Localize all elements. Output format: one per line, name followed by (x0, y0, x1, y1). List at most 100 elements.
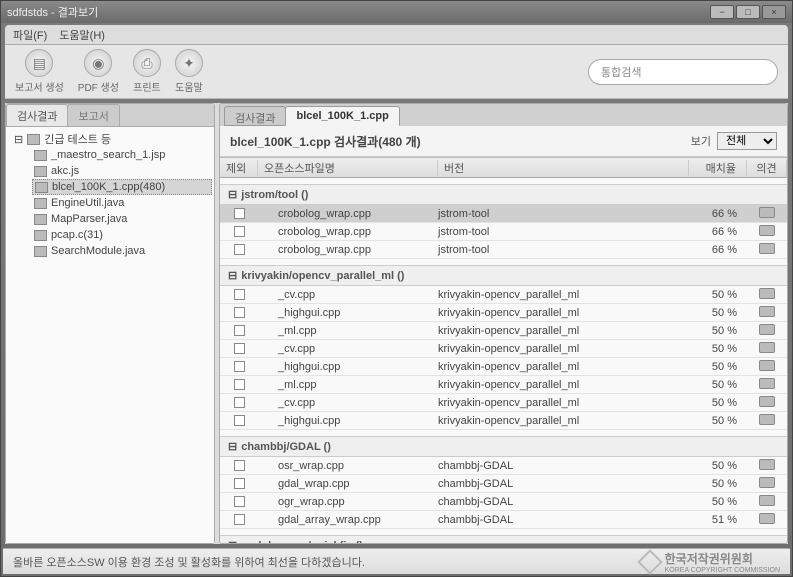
exclude-cell (220, 361, 258, 372)
match-cell: 66 % (689, 208, 747, 220)
comment-icon[interactable] (759, 324, 775, 335)
exclude-checkbox[interactable] (234, 325, 245, 336)
comment-icon[interactable] (759, 342, 775, 353)
table-row[interactable]: crobolog_wrap.cppjstrom-tool66 % (220, 223, 787, 241)
table-row[interactable]: _highgui.cppkrivyakin-opencv_parallel_ml… (220, 304, 787, 322)
tree-item[interactable]: _maestro_search_1.jsp (32, 147, 212, 163)
table-row[interactable]: _highgui.cppkrivyakin-opencv_parallel_ml… (220, 358, 787, 376)
tree-item[interactable]: EngineUtil.java (32, 195, 212, 211)
exclude-cell (220, 514, 258, 525)
comment-icon[interactable] (759, 378, 775, 389)
tree-item[interactable]: pcap.c(31) (32, 227, 212, 243)
exclude-checkbox[interactable] (234, 343, 245, 354)
table-row[interactable]: _cv.cppkrivyakin-opencv_parallel_ml50 % (220, 394, 787, 412)
close-button[interactable]: × (762, 5, 786, 19)
exclude-checkbox[interactable] (234, 415, 245, 426)
tree-item[interactable]: SearchModule.java (32, 243, 212, 259)
table-row[interactable]: osr_wrap.cppchambbj-GDAL50 % (220, 457, 787, 475)
exclude-checkbox[interactable] (234, 244, 245, 255)
exclude-checkbox[interactable] (234, 478, 245, 489)
table-row[interactable]: _cv.cppkrivyakin-opencv_parallel_ml50 % (220, 286, 787, 304)
tree-item[interactable]: akc.js (32, 163, 212, 179)
tree-root-node[interactable]: ⊟ 긴급 테스트 등 (12, 131, 212, 147)
left-tab-report[interactable]: 보고서 (67, 104, 119, 126)
col-filename[interactable]: 오픈소스파일명 (258, 160, 438, 176)
col-match[interactable]: 매치율 (689, 160, 747, 176)
version-cell: jstrom-tool (438, 208, 689, 220)
exclude-checkbox[interactable] (234, 307, 245, 318)
toolbar-report-button[interactable]: ▤ 보고서 생성 (15, 49, 64, 94)
filename-cell: _highgui.cpp (258, 307, 438, 319)
exclude-checkbox[interactable] (234, 460, 245, 471)
col-opinion[interactable]: 의견 (747, 160, 787, 176)
version-cell: jstrom-tool (438, 244, 689, 256)
table-row[interactable]: gdal_array_wrap.cppchambbj-GDAL51 % (220, 511, 787, 529)
col-exclude[interactable]: 제외 (220, 160, 258, 176)
maximize-button[interactable]: □ (736, 5, 760, 19)
right-tab-file[interactable]: blcel_100K_1.cpp (285, 106, 399, 126)
tree-item-label: _maestro_search_1.jsp (51, 149, 165, 161)
filename-cell: _highgui.cpp (258, 361, 438, 373)
group-header[interactable]: ⊟rockdreamer/quickfix () (220, 535, 787, 543)
table-row[interactable]: crobolog_wrap.cppjstrom-tool66 % (220, 205, 787, 223)
left-tab-results[interactable]: 검사결과 (6, 104, 68, 126)
filename-cell: _cv.cpp (258, 343, 438, 355)
comment-icon[interactable] (759, 306, 775, 317)
minimize-button[interactable]: − (710, 5, 734, 19)
comment-icon[interactable] (759, 495, 775, 506)
group-header[interactable]: ⊟chambbj/GDAL () (220, 436, 787, 457)
match-cell: 50 % (689, 397, 747, 409)
exclude-checkbox[interactable] (234, 496, 245, 507)
exclude-checkbox[interactable] (234, 289, 245, 300)
exclude-cell (220, 226, 258, 237)
toolbar-print-button[interactable]: ⎙ 프린트 (133, 49, 161, 94)
col-version[interactable]: 버전 (438, 160, 689, 176)
comment-icon[interactable] (759, 225, 775, 236)
table-row[interactable]: _highgui.cppkrivyakin-opencv_parallel_ml… (220, 412, 787, 430)
version-cell: chambbj-GDAL (438, 478, 689, 490)
left-panel: 검사결과 보고서 ⊟ 긴급 테스트 등 _maestro_search_1.js… (5, 103, 215, 544)
exclude-checkbox[interactable] (234, 379, 245, 390)
exclude-cell (220, 325, 258, 336)
table-row[interactable]: gdal_wrap.cppchambbj-GDAL50 % (220, 475, 787, 493)
exclude-checkbox[interactable] (234, 397, 245, 408)
table-row[interactable]: _ml.cppkrivyakin-opencv_parallel_ml50 % (220, 322, 787, 340)
exclude-checkbox[interactable] (234, 361, 245, 372)
comment-icon[interactable] (759, 513, 775, 524)
group-header[interactable]: ⊟krivyakin/opencv_parallel_ml () (220, 265, 787, 286)
table-row[interactable]: ogr_wrap.cppchambbj-GDAL50 % (220, 493, 787, 511)
collapse-icon: ⊟ (228, 440, 237, 453)
comment-icon[interactable] (759, 477, 775, 488)
comment-icon[interactable] (759, 396, 775, 407)
comment-icon[interactable] (759, 414, 775, 425)
right-tab-results[interactable]: 검사결과 (224, 106, 286, 126)
version-cell: krivyakin-opencv_parallel_ml (438, 289, 689, 301)
menu-file[interactable]: 파일(F) (13, 27, 47, 43)
global-search-input[interactable]: 통합검색 (588, 59, 778, 85)
comment-icon[interactable] (759, 207, 775, 218)
table-row[interactable]: crobolog_wrap.cppjstrom-tool66 % (220, 241, 787, 259)
comment-icon[interactable] (759, 360, 775, 371)
version-cell: chambbj-GDAL (438, 514, 689, 526)
exclude-checkbox[interactable] (234, 226, 245, 237)
group-header[interactable]: ⊟jstrom/tool () (220, 184, 787, 205)
comment-icon[interactable] (759, 288, 775, 299)
tree-item[interactable]: MapParser.java (32, 211, 212, 227)
tree-item[interactable]: blcel_100K_1.cpp(480) (32, 179, 212, 195)
match-cell: 50 % (689, 496, 747, 508)
menu-help[interactable]: 도움말(H) (59, 27, 105, 43)
comment-icon[interactable] (759, 243, 775, 254)
file-icon (34, 198, 47, 209)
comment-icon[interactable] (759, 459, 775, 470)
view-select[interactable]: 전체 (717, 132, 777, 150)
table-row[interactable]: _cv.cppkrivyakin-opencv_parallel_ml50 % (220, 340, 787, 358)
table-row[interactable]: _ml.cppkrivyakin-opencv_parallel_ml50 % (220, 376, 787, 394)
toolbar-help-button[interactable]: ✦ 도움말 (175, 49, 203, 94)
filename-cell: crobolog_wrap.cpp (258, 208, 438, 220)
exclude-checkbox[interactable] (234, 514, 245, 525)
toolbar-pdf-button[interactable]: ◉ PDF 생성 (78, 49, 119, 94)
file-tree[interactable]: ⊟ 긴급 테스트 등 _maestro_search_1.jsp akc.jsbl… (6, 126, 214, 543)
match-cell: 50 % (689, 478, 747, 490)
results-table[interactable]: 제외 오픈소스파일명 버전 매치율 의견 ⊟jstrom/tool ()crob… (220, 157, 787, 543)
exclude-checkbox[interactable] (234, 208, 245, 219)
